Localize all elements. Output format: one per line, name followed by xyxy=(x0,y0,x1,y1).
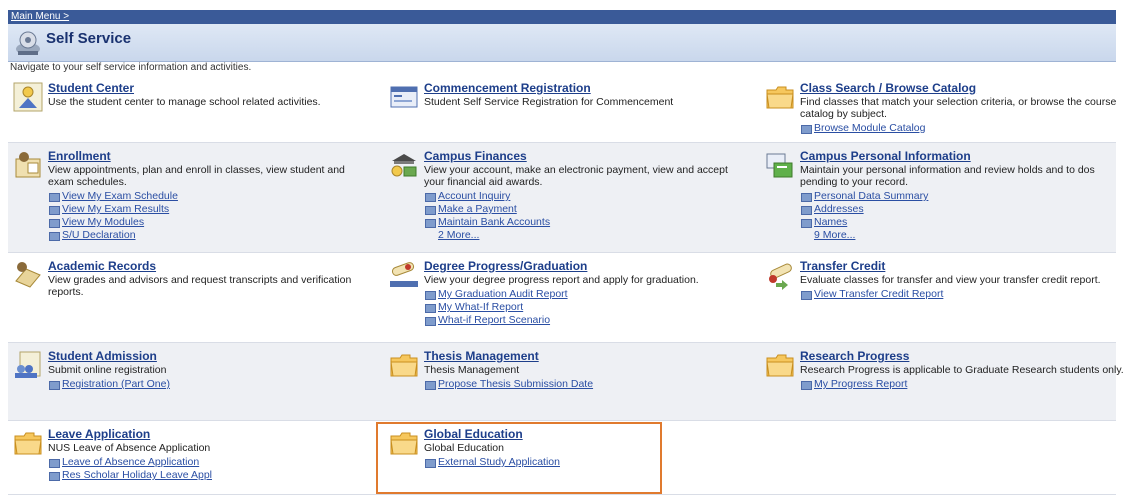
personal-info-icon xyxy=(766,153,793,178)
leave-application-link[interactable]: Leave Application xyxy=(48,427,372,441)
degree-progress-link[interactable]: Degree Progress/Graduation xyxy=(424,259,748,273)
intro-text: Navigate to your self service informatio… xyxy=(10,62,252,73)
what-if-report-link[interactable]: My What-If Report xyxy=(424,301,748,314)
campus-personal-information-link[interactable]: Campus Personal Information xyxy=(800,149,1123,163)
view-exam-schedule-link[interactable]: View My Exam Schedule xyxy=(48,190,372,203)
student-admission-desc: Submit online registration xyxy=(48,364,167,376)
leave-of-absence-application-link[interactable]: Leave of Absence Application xyxy=(48,456,372,469)
grid-row: Student Center Use the student center to… xyxy=(8,75,1116,143)
addresses-link[interactable]: Addresses xyxy=(800,203,1123,216)
research-progress-link[interactable]: Research Progress xyxy=(800,349,1123,363)
account-inquiry-link[interactable]: Account Inquiry xyxy=(424,190,748,203)
grid-row: Student Admission Submit online registra… xyxy=(8,343,1123,421)
campus-personal-information-desc: Maintain your personal information and r… xyxy=(800,164,1095,188)
su-declaration-link[interactable]: S/U Declaration xyxy=(48,229,372,242)
registration-part-one-link[interactable]: Registration (Part One) xyxy=(48,378,372,391)
academic-records-link[interactable]: Academic Records xyxy=(48,259,372,273)
personal-data-summary-link[interactable]: Personal Data Summary xyxy=(800,190,1123,203)
view-exam-results-link[interactable]: View My Exam Results xyxy=(48,203,372,216)
view-modules-link[interactable]: View My Modules xyxy=(48,216,372,229)
student-center-desc: Use the student center to manage school … xyxy=(48,96,321,108)
enrollment-icon xyxy=(15,152,41,178)
global-education-highlight-box xyxy=(376,422,662,494)
grid-row: Academic Records View grades and advisor… xyxy=(8,253,1116,343)
self-service-grid: Student Center Use the student center to… xyxy=(8,75,1123,495)
degree-icon xyxy=(390,262,418,287)
res-scholar-holiday-leave-link[interactable]: Res Scholar Holiday Leave Appl xyxy=(48,469,372,482)
academic-records-desc: View grades and advisors and request tra… xyxy=(48,274,352,298)
breadcrumb-bar: Main Menu > xyxy=(8,10,1116,24)
thesis-management-desc: Thesis Management xyxy=(424,364,520,376)
page-title: Self Service xyxy=(46,30,132,47)
transfer-icon xyxy=(769,263,792,290)
student-center-link[interactable]: Student Center xyxy=(48,81,372,95)
class-search-link[interactable]: Class Search / Browse Catalog xyxy=(800,81,1123,95)
propose-thesis-submission-date-link[interactable]: Propose Thesis Submission Date xyxy=(424,378,748,391)
enrollment-desc: View appointments, plan and enroll in cl… xyxy=(48,164,345,188)
finances-icon xyxy=(391,154,417,177)
folder-icon xyxy=(14,432,42,455)
leave-application-desc: NUS Leave of Absence Application xyxy=(48,442,211,454)
research-progress-desc: Research Progress is applicable to Gradu… xyxy=(800,364,1123,376)
self-service-icon xyxy=(16,31,40,55)
make-payment-link[interactable]: Make a Payment xyxy=(424,203,748,216)
browse-module-catalog-link[interactable]: Browse Module Catalog xyxy=(800,122,1123,135)
my-progress-report-link[interactable]: My Progress Report xyxy=(800,378,1123,391)
campus-finances-link[interactable]: Campus Finances xyxy=(424,149,748,163)
maintain-bank-accounts-link[interactable]: Maintain Bank Accounts xyxy=(424,216,748,229)
what-if-report-scenario-link[interactable]: What-if Report Scenario xyxy=(424,314,748,327)
thesis-management-link[interactable]: Thesis Management xyxy=(424,349,748,363)
degree-progress-desc: View your degree progress report and app… xyxy=(424,274,699,286)
transfer-credit-desc: Evaluate classes for transfer and view y… xyxy=(800,274,1101,286)
folder-icon xyxy=(390,354,418,377)
transfer-credit-link[interactable]: Transfer Credit xyxy=(800,259,1123,273)
personal-info-more-link[interactable]: 9 More... xyxy=(800,229,1123,242)
class-search-desc: Find classes that match your selection c… xyxy=(800,96,1117,120)
student-center-icon xyxy=(13,82,43,112)
names-link[interactable]: Names xyxy=(800,216,1123,229)
grid-row: Enrollment View appointments, plan and e… xyxy=(8,143,1116,253)
records-icon xyxy=(15,262,41,288)
admission-icon xyxy=(15,351,41,378)
graduation-audit-report-link[interactable]: My Graduation Audit Report xyxy=(424,288,748,301)
enrollment-link[interactable]: Enrollment xyxy=(48,149,372,163)
view-transfer-credit-report-link[interactable]: View Transfer Credit Report xyxy=(800,288,1123,301)
page-header: Self Service xyxy=(8,24,1116,62)
commencement-registration-link[interactable]: Commencement Registration xyxy=(424,81,748,95)
breadcrumb-main-menu-link[interactable]: Main Menu > xyxy=(8,11,69,22)
form-icon xyxy=(390,86,418,108)
commencement-registration-desc: Student Self Service Registration for Co… xyxy=(424,96,674,108)
folder-icon xyxy=(766,86,794,109)
folder-icon xyxy=(766,354,794,377)
student-admission-link[interactable]: Student Admission xyxy=(48,349,372,363)
campus-finances-desc: View your account, make an electronic pa… xyxy=(424,164,728,188)
finances-more-link[interactable]: 2 More... xyxy=(424,229,748,242)
